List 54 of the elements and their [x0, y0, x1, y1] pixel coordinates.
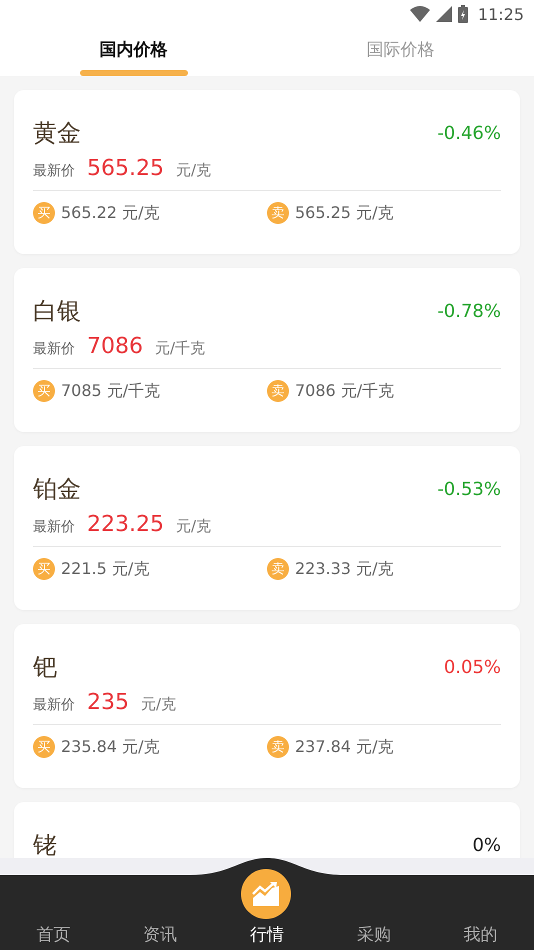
sell-price: 7086 元/千克	[295, 380, 394, 402]
metal-name: 铂金	[33, 474, 81, 505]
sell-badge: 卖	[267, 736, 289, 758]
change-percent: -0.46%	[437, 122, 501, 144]
price-tab[interactable]: 国内价格	[100, 38, 168, 61]
price-unit: 元/克	[141, 695, 176, 714]
change-percent: -0.78%	[437, 300, 501, 322]
latest-price: 7086	[87, 334, 143, 359]
sell-price: 223.33 元/克	[295, 558, 394, 580]
change-percent: 0%	[472, 834, 501, 856]
signal-icon	[436, 6, 452, 22]
price-unit: 元/克	[176, 517, 212, 536]
buy-badge: 买	[33, 380, 55, 402]
latest-price: 235	[87, 690, 129, 715]
price-unit: 元/千克	[155, 339, 206, 358]
buy-price: 235.84 元/克	[61, 736, 160, 758]
change-percent: -0.53%	[437, 478, 501, 500]
nav-tab[interactable]: 我的	[427, 923, 534, 946]
battery-icon	[458, 5, 468, 23]
chart-icon	[252, 882, 280, 906]
nav-tab[interactable]: 首页	[0, 923, 107, 946]
metal-name: 白银	[33, 296, 81, 327]
sell-price: 565.25 元/克	[295, 202, 394, 224]
change-percent: 0.05%	[444, 656, 501, 678]
metal-card[interactable]: 铑 0%	[14, 802, 520, 858]
metal-card[interactable]: 钯 0.05% 最新价 235 元/克 买 235.84 元/克 卖 237.84 元/克	[14, 624, 520, 788]
latest-label: 最新价	[33, 340, 75, 358]
latest-label: 最新价	[33, 696, 75, 714]
latest-label: 最新价	[33, 162, 75, 180]
buy-price: 221.5 元/克	[61, 558, 150, 580]
price-unit: 元/克	[176, 161, 212, 180]
nav-tab[interactable]: 资讯	[106, 923, 214, 946]
sell-badge: 卖	[267, 558, 289, 580]
status-time: 11:25	[478, 4, 524, 24]
metal-card[interactable]: 黄金 -0.46% 最新价 565.25 元/克 买 565.22 元/克 卖 565.25 元/克	[14, 90, 520, 254]
metal-card[interactable]: 铂金 -0.53% 最新价 223.25 元/克 买 221.5 元/克 卖 223.33 元/克	[14, 446, 520, 610]
buy-badge: 买	[33, 202, 55, 224]
metal-card[interactable]: 白银 -0.78% 最新价 7086 元/千克 买 7085 元/千克 卖 7086 元/千克	[14, 268, 520, 432]
sell-price: 237.84 元/克	[295, 736, 394, 758]
metal-name: 铑	[33, 830, 57, 858]
sell-badge: 卖	[267, 202, 289, 224]
buy-badge: 买	[33, 558, 55, 580]
buy-badge: 买	[33, 736, 55, 758]
metal-name: 黄金	[33, 118, 81, 149]
nav-tab[interactable]: 采购	[320, 923, 428, 946]
metal-name: 钯	[33, 652, 57, 683]
latest-price: 223.25	[87, 512, 164, 537]
nav-tab[interactable]: 行情	[214, 923, 320, 946]
latest-price: 565.25	[87, 156, 164, 181]
buy-price: 7085 元/千克	[61, 380, 160, 402]
latest-label: 最新价	[33, 518, 75, 536]
wifi-icon	[410, 6, 430, 22]
buy-price: 565.22 元/克	[61, 202, 160, 224]
sell-badge: 卖	[267, 380, 289, 402]
